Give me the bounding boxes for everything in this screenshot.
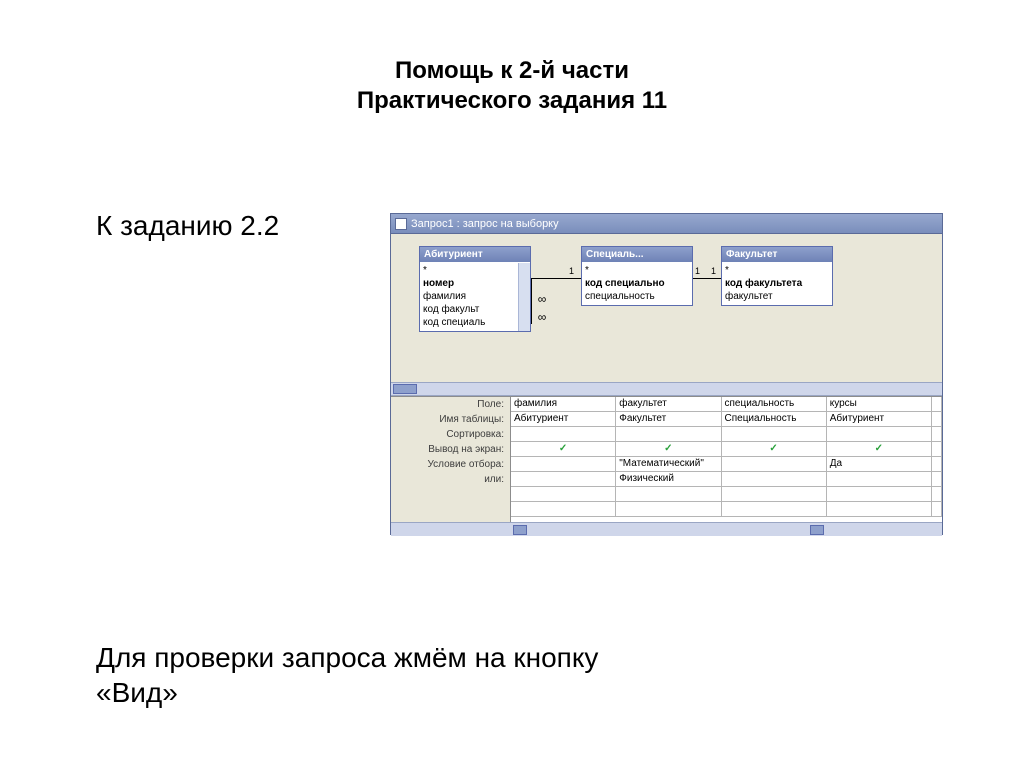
scroll-left-button[interactable] — [513, 525, 527, 535]
grid-cells[interactable]: фамилия факультет специальность курсы Аб… — [511, 397, 942, 522]
grid-cell[interactable] — [932, 457, 942, 472]
relation-one-label: 1 — [695, 266, 700, 276]
grid-cell[interactable] — [827, 472, 932, 487]
entity-field[interactable]: код специально — [585, 277, 689, 290]
grid-cell[interactable] — [511, 472, 616, 487]
grid-cell[interactable] — [932, 472, 942, 487]
slide-title: Помощь к 2-й части Практического задания… — [0, 0, 1024, 116]
relation-many-label: ∞ — [535, 292, 549, 306]
label-or: или: — [391, 472, 504, 487]
grid-cell[interactable]: Да — [827, 457, 932, 472]
grid-cell[interactable]: специальность — [722, 397, 827, 412]
label-sort: Сортировка: — [391, 427, 504, 442]
scrollbar-thumb[interactable] — [393, 384, 417, 394]
entity-abiturient[interactable]: Абитуриент * номер фамилия код факульт к… — [419, 246, 531, 332]
label-field: Поле: — [391, 397, 504, 412]
entity-field[interactable]: код факульт — [423, 303, 527, 316]
entity-field[interactable]: * — [585, 264, 689, 277]
grid-cell[interactable] — [511, 487, 616, 502]
grid-cell[interactable]: Абитуриент — [511, 412, 616, 427]
entity-field[interactable]: * — [423, 264, 527, 277]
scroll-right-button[interactable] — [810, 525, 824, 535]
relation-line — [531, 278, 581, 279]
entity-field-list[interactable]: * код факультета факультет — [722, 262, 832, 305]
grid-cell[interactable]: Специальность — [722, 412, 827, 427]
grid-cell[interactable] — [827, 487, 932, 502]
label-criteria: Условие отбора: — [391, 457, 504, 472]
grid-cell[interactable] — [722, 502, 827, 517]
relation-one-label: 1 — [569, 266, 574, 276]
entity-field[interactable]: специальность — [585, 290, 689, 303]
relationship-pane[interactable]: Абитуриент * номер фамилия код факульт к… — [391, 234, 942, 382]
grid-cell[interactable]: факультет — [616, 397, 721, 412]
relation-line — [531, 278, 532, 324]
grid-cell[interactable] — [616, 427, 721, 442]
label-show: Вывод на экран: — [391, 442, 504, 457]
window-titlebar[interactable]: Запрос1 : запрос на выборку — [391, 214, 942, 234]
entity-fakultet[interactable]: Факультет * код факультета факультет — [721, 246, 833, 306]
entity-header: Специаль... — [582, 247, 692, 262]
entity-field[interactable]: код факультета — [725, 277, 829, 290]
entity-header: Абитуриент — [420, 247, 530, 262]
grid-cell[interactable] — [932, 412, 942, 427]
entity-field[interactable]: фамилия — [423, 290, 527, 303]
entity-field[interactable]: * — [725, 264, 829, 277]
grid-cell[interactable] — [616, 502, 721, 517]
grid-cell[interactable] — [932, 397, 942, 412]
lead-text: К заданию 2.2 — [96, 210, 279, 242]
grid-cell[interactable] — [932, 442, 942, 457]
grid-cell[interactable]: Физический — [616, 472, 721, 487]
grid-cell[interactable] — [827, 427, 932, 442]
grid-cell[interactable] — [827, 502, 932, 517]
query-grid: Поле: Имя таблицы: Сортировка: Вывод на … — [391, 396, 942, 522]
entity-header: Факультет — [722, 247, 832, 262]
grid-cell[interactable] — [511, 502, 616, 517]
grid-checkbox[interactable]: ✓ — [722, 442, 827, 457]
grid-cell[interactable] — [722, 427, 827, 442]
entity-scrollbar[interactable] — [518, 263, 530, 331]
grid-cell[interactable]: фамилия — [511, 397, 616, 412]
grid-cell[interactable] — [511, 457, 616, 472]
grid-row-labels: Поле: Имя таблицы: Сортировка: Вывод на … — [391, 397, 511, 522]
window-title: Запрос1 : запрос на выборку — [411, 218, 559, 230]
grid-cell[interactable] — [932, 502, 942, 517]
entity-field[interactable]: код специаль — [423, 316, 527, 329]
horizontal-scrollbar-top[interactable] — [391, 382, 942, 396]
bottom-line-2: «Вид» — [96, 677, 178, 708]
grid-cell[interactable] — [932, 487, 942, 502]
grid-cell[interactable]: Абитуриент — [827, 412, 932, 427]
horizontal-scrollbar-bottom[interactable] — [391, 522, 942, 536]
grid-cell[interactable] — [722, 487, 827, 502]
grid-cell[interactable] — [722, 472, 827, 487]
grid-checkbox[interactable]: ✓ — [827, 442, 932, 457]
grid-cell[interactable] — [511, 427, 616, 442]
relation-many-label: ∞ — [535, 310, 549, 324]
grid-checkbox[interactable]: ✓ — [616, 442, 721, 457]
entity-specialnost[interactable]: Специаль... * код специально специальнос… — [581, 246, 693, 306]
grid-cell[interactable] — [932, 427, 942, 442]
entity-field[interactable]: факультет — [725, 290, 829, 303]
label-table: Имя таблицы: — [391, 412, 504, 427]
window-icon — [395, 218, 407, 230]
entity-field[interactable]: номер — [423, 277, 527, 290]
entity-field-list[interactable]: * номер фамилия код факульт код специаль — [420, 262, 530, 331]
grid-cell[interactable]: Факультет — [616, 412, 721, 427]
title-line-2: Практического задания 11 — [357, 87, 667, 114]
title-line-1: Помощь к 2-й части — [395, 57, 629, 84]
relation-one-label: 1 — [711, 266, 716, 276]
grid-cell[interactable]: "Математический" — [616, 457, 721, 472]
entity-field-list[interactable]: * код специально специальность — [582, 262, 692, 305]
query-designer-window: Запрос1 : запрос на выборку Абитуриент *… — [390, 213, 943, 535]
grid-cell[interactable]: курсы — [827, 397, 932, 412]
relation-line — [693, 278, 721, 279]
bottom-text: Для проверки запроса жмём на кнопку «Вид… — [96, 640, 598, 710]
grid-checkbox[interactable]: ✓ — [511, 442, 616, 457]
grid-cell[interactable] — [616, 487, 721, 502]
bottom-line-1: Для проверки запроса жмём на кнопку — [96, 642, 598, 673]
grid-cell[interactable] — [722, 457, 827, 472]
